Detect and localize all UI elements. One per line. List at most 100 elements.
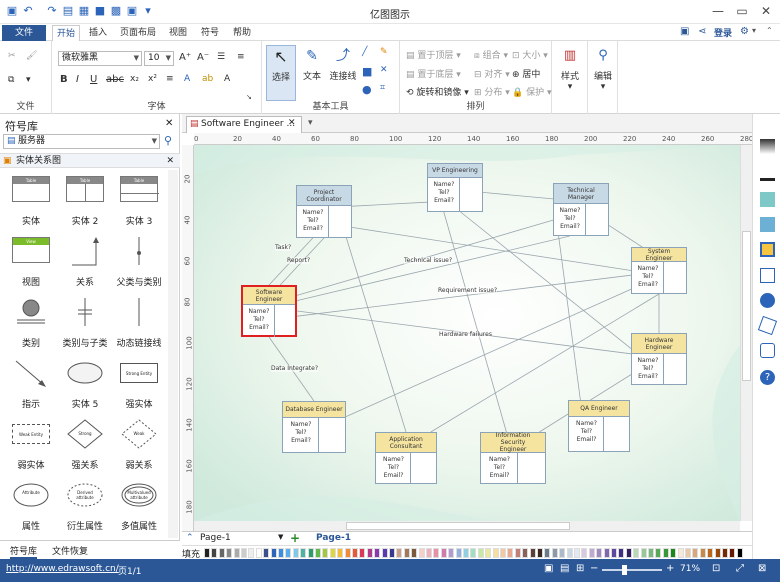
color-swatch[interactable] [322, 548, 329, 558]
color-swatch[interactable] [300, 548, 307, 558]
entity-tm[interactable]: Technical Manager Name? Tel? Email? [553, 183, 609, 236]
color-swatch[interactable] [559, 548, 566, 558]
shape-item[interactable]: 父类与类别 [112, 231, 166, 291]
shape-item[interactable]: Multivalued attribute 多值属性 [112, 475, 166, 535]
layers-icon[interactable] [760, 242, 775, 257]
shape-item[interactable]: Weak 弱关系 [112, 414, 166, 474]
maximize-button[interactable]: ▭ [734, 4, 750, 18]
send-back-button[interactable]: ▤ 置于底层 ▾ [406, 67, 461, 80]
color-swatch[interactable] [448, 548, 455, 558]
color-swatch[interactable] [588, 548, 595, 558]
chevron-down-icon[interactable]: ▾ [308, 118, 313, 128]
color-swatch[interactable] [537, 548, 543, 558]
superscript-icon[interactable]: x² [148, 74, 157, 84]
color-swatch[interactable] [611, 548, 617, 558]
library-category-header[interactable]: ▣ 实体关系图 ✕ [0, 153, 180, 168]
select-tool-button[interactable]: ↖ 选择 [266, 45, 296, 101]
color-swatch[interactable] [337, 548, 344, 558]
color-swatch[interactable] [455, 548, 462, 558]
chevron-down-icon[interactable]: ▼ [152, 135, 157, 148]
color-swatch[interactable] [211, 548, 218, 558]
relationship-label[interactable]: Technical issue? [404, 257, 453, 264]
color-swatch[interactable] [403, 548, 410, 558]
crop-tool-icon[interactable]: ⌗ [380, 83, 385, 93]
color-swatch[interactable] [507, 548, 514, 558]
color-swatch[interactable] [344, 548, 351, 558]
align-left-icon[interactable]: ≡ [166, 74, 174, 84]
close-icon[interactable]: ✕ [166, 154, 174, 168]
shape-item[interactable]: Strong 强关系 [58, 414, 112, 474]
text-tool-button[interactable]: ✎ 文本 [298, 45, 326, 82]
color-swatch[interactable] [426, 548, 432, 558]
color-swatch[interactable] [248, 548, 255, 558]
rotate-mirror-button[interactable]: ⟲ 旋转和镜像 ▾ [406, 85, 469, 98]
tab-home[interactable]: 开始 [52, 25, 80, 41]
color-swatch[interactable] [485, 548, 492, 558]
color-swatch[interactable] [729, 548, 736, 558]
color-swatch[interactable] [662, 548, 669, 558]
numbered-list-icon[interactable]: ≡ [237, 52, 245, 62]
document-tab[interactable]: ▤ Software Engineer ... [186, 116, 302, 133]
color-swatch[interactable] [736, 548, 743, 558]
shape-item[interactable]: 关系 [58, 231, 112, 291]
color-swatch[interactable] [492, 548, 499, 558]
copy-icon[interactable]: ⧉ [8, 75, 14, 85]
tab-file-recovery[interactable]: 文件恢复 [52, 544, 88, 557]
color-swatch[interactable] [285, 548, 292, 558]
color-swatch[interactable] [255, 548, 262, 558]
page-tab-active[interactable]: Page-1 [316, 533, 351, 543]
font-size-select[interactable]: 10 ▼ [144, 51, 174, 66]
entity-sys[interactable]: System Engineer Name? Tel? Email? [631, 247, 687, 294]
format-painter-icon[interactable]: 🖌 [26, 51, 37, 61]
color-swatch[interactable] [204, 548, 210, 558]
comment-icon[interactable] [760, 343, 775, 358]
color-swatch[interactable] [463, 548, 469, 558]
chevron-down-icon[interactable]: ▾ [752, 26, 756, 35]
share-icon[interactable]: ⋖ [698, 26, 706, 37]
size-button[interactable]: ⊡ 大小 ▾ [512, 48, 548, 61]
color-swatch[interactable] [551, 548, 558, 558]
color-swatch[interactable] [263, 548, 270, 558]
zoom-in-icon[interactable]: + [666, 563, 674, 574]
close-button[interactable]: ✕ [758, 4, 774, 18]
relationship-label[interactable]: Requirement issue? [438, 287, 498, 294]
search-icon[interactable]: ⚲ [164, 134, 172, 147]
color-swatch[interactable] [477, 548, 484, 558]
entity-ac[interactable]: Application Consultant Name? Tel? Email? [375, 432, 437, 484]
zoom-slider[interactable] [602, 565, 662, 575]
italic-icon[interactable]: I [76, 74, 79, 85]
vertical-scrollbar[interactable] [740, 145, 752, 521]
bring-front-button[interactable]: ▤ 置于顶层 ▾ [406, 48, 461, 61]
relationship-line[interactable] [296, 274, 632, 317]
relationship-label[interactable]: Task? [275, 244, 292, 251]
page-tab[interactable]: Page-1 [200, 533, 231, 543]
color-swatch[interactable] [633, 548, 640, 558]
color-swatch[interactable] [714, 548, 721, 558]
color-swatch[interactable] [685, 548, 691, 558]
color-swatch[interactable] [529, 548, 536, 558]
image-icon[interactable] [760, 217, 775, 232]
subscript-icon[interactable]: x₂ [130, 74, 139, 84]
fit-all-icon[interactable]: ⊠ [758, 563, 766, 574]
fit-width-icon[interactable]: ⊞ [576, 563, 584, 574]
color-swatch[interactable] [433, 548, 440, 558]
color-swatch[interactable] [418, 548, 425, 558]
protect-button[interactable]: 🔒 保护 ▾ [512, 85, 551, 98]
highlight-icon[interactable]: ab [202, 74, 213, 84]
color-swatch[interactable] [625, 548, 632, 558]
color-swatch[interactable] [722, 548, 728, 558]
relationship-label[interactable]: Report? [287, 257, 311, 264]
library-scrollbar[interactable] [168, 170, 178, 538]
entity-se[interactable]: Software Engineer Name? Tel? Email? [241, 285, 297, 337]
login-link[interactable]: 登录 [714, 26, 732, 39]
paste-icon[interactable]: ▾ [26, 75, 31, 85]
shape-item[interactable]: 类别 [4, 292, 58, 352]
color-swatch[interactable] [241, 548, 247, 558]
horizontal-scroll-thumb[interactable] [346, 522, 570, 530]
ellipse-tool-icon[interactable]: ● [362, 83, 372, 96]
color-swatch[interactable] [329, 548, 336, 558]
tab-page-layout[interactable]: 页面布局 [116, 25, 160, 41]
text-color-icon[interactable]: A [184, 74, 190, 84]
font-shrink-icon[interactable]: A⁻ [197, 52, 209, 63]
edit-button[interactable]: ⚲ 编辑 ▾ [590, 45, 616, 92]
